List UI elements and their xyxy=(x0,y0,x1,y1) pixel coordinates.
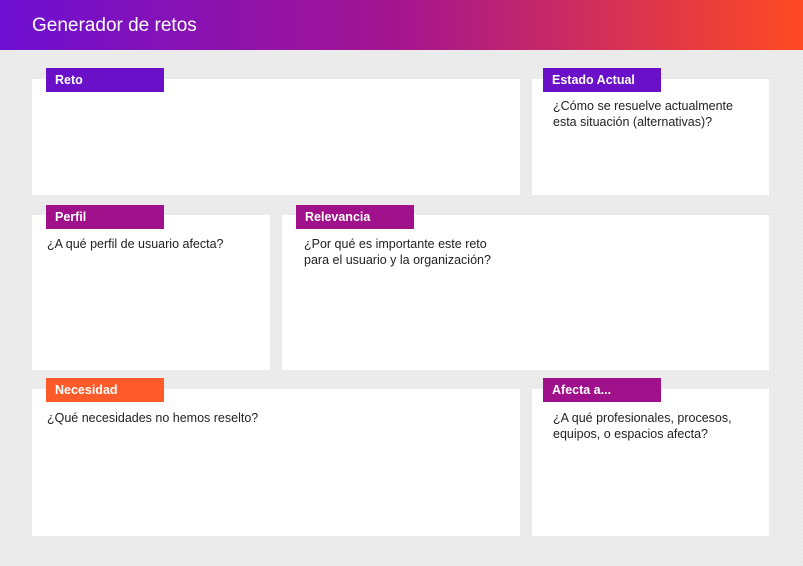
card-relevancia[interactable]: ¿Por qué es importante este reto para el… xyxy=(282,215,769,370)
description-line: ¿A qué perfil de usuario afecta? xyxy=(47,237,224,251)
card-estado-actual[interactable]: ¿Cómo se resuelve actualmente esta situa… xyxy=(532,79,769,195)
estado-actual-description: ¿Cómo se resuelve actualmente esta situa… xyxy=(553,98,733,130)
afecta-description: ¿A qué profesionales, procesos, equipos,… xyxy=(553,410,732,442)
description-line: ¿A qué profesionales, procesos, xyxy=(553,411,732,425)
label-estado-actual: Estado Actual xyxy=(543,68,661,92)
label-perfil: Perfil xyxy=(46,205,164,229)
label-afecta: Afecta a... xyxy=(543,378,661,402)
description-line: para el usuario y la organización? xyxy=(304,253,491,267)
perfil-description: ¿A qué perfil de usuario afecta? xyxy=(47,236,224,252)
relevancia-description: ¿Por qué es importante este reto para el… xyxy=(304,236,491,268)
card-necesidad[interactable]: ¿Qué necesidades no hemos reselto? xyxy=(32,389,520,536)
necesidad-description: ¿Qué necesidades no hemos reselto? xyxy=(47,410,258,426)
card-afecta[interactable]: ¿A qué profesionales, procesos, equipos,… xyxy=(532,389,769,536)
page-title: Generador de retos xyxy=(32,15,197,36)
description-line: esta situación (alternativas)? xyxy=(553,115,713,129)
description-line: ¿Cómo se resuelve actualmente xyxy=(553,99,733,113)
label-relevancia: Relevancia xyxy=(296,205,414,229)
description-line: equipos, o espacios afecta? xyxy=(553,427,708,441)
label-necesidad: Necesidad xyxy=(46,378,164,402)
description-line: ¿Qué necesidades no hemos reselto? xyxy=(47,411,259,425)
label-reto: Reto xyxy=(46,68,164,92)
description-line: ¿Por qué es importante este reto xyxy=(304,237,487,251)
card-perfil[interactable]: ¿A qué perfil de usuario afecta? xyxy=(32,215,270,370)
card-reto[interactable] xyxy=(32,79,520,195)
header-bar: Generador de retos xyxy=(0,0,803,50)
